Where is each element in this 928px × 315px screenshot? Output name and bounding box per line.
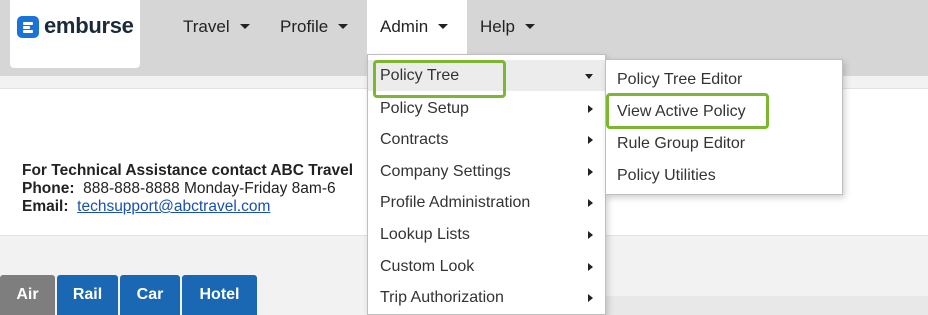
nav-help-label: Help xyxy=(480,17,515,36)
tab-rail[interactable]: Rail xyxy=(57,275,118,315)
caret-right-icon xyxy=(588,199,593,207)
policy-tree-submenu: Policy Tree Editor View Active Policy Ru… xyxy=(605,59,843,195)
tab-car-label: Car xyxy=(136,286,164,303)
email-label: Email: xyxy=(22,198,69,215)
caret-right-icon xyxy=(588,294,593,302)
tab-hotel-label: Hotel xyxy=(199,286,240,303)
menu-item-label: Custom Look xyxy=(380,258,475,275)
submenu-item-policy-tree-editor[interactable]: Policy Tree Editor xyxy=(606,64,842,96)
submenu-item-label: Rule Group Editor xyxy=(617,135,746,152)
menu-item-custom-look[interactable]: Custom Look xyxy=(368,251,605,282)
menu-item-label: Company Settings xyxy=(380,163,511,180)
submenu-item-label: View Active Policy xyxy=(617,103,746,120)
caret-right-icon xyxy=(588,231,593,239)
menu-item-contracts[interactable]: Contracts xyxy=(368,124,605,155)
caret-down-icon xyxy=(585,74,593,79)
tech-support-contact: For Technical Assistance contact ABC Tra… xyxy=(22,162,353,216)
caret-down-icon xyxy=(438,24,449,30)
caret-right-icon xyxy=(588,105,593,113)
menu-item-label: Policy Tree xyxy=(380,67,460,84)
menu-item-policy-setup[interactable]: Policy Setup xyxy=(368,93,605,124)
menu-item-label: Profile Administration xyxy=(380,194,531,211)
nav-travel[interactable]: Travel xyxy=(183,0,250,54)
phone-value: 888-888-8888 Monday-Friday 8am-6 xyxy=(83,180,336,197)
submenu-item-view-active-policy[interactable]: View Active Policy xyxy=(606,96,842,128)
submenu-item-label: Policy Tree Editor xyxy=(617,71,743,88)
nav-admin[interactable]: Admin xyxy=(380,0,449,54)
caret-right-icon xyxy=(588,263,593,271)
submenu-item-label: Policy Utilities xyxy=(617,167,716,184)
menu-item-company-settings[interactable]: Company Settings xyxy=(368,156,605,187)
emburse-logo-icon xyxy=(17,16,39,38)
menu-item-lookup-lists[interactable]: Lookup Lists xyxy=(368,219,605,250)
nav-admin-label: Admin xyxy=(380,17,429,36)
contact-phone-line: Phone: 888-888-8888 Monday-Friday 8am-6 xyxy=(22,180,353,198)
caret-down-icon xyxy=(338,24,349,30)
nav-profile[interactable]: Profile xyxy=(280,0,349,54)
submenu-item-policy-utilities[interactable]: Policy Utilities xyxy=(606,160,842,192)
menu-item-profile-administration[interactable]: Profile Administration xyxy=(368,187,605,218)
menu-item-label: Policy Setup xyxy=(380,100,469,117)
logo-text: emburse xyxy=(44,13,134,38)
menu-item-policy-tree[interactable]: Policy Tree xyxy=(368,60,605,91)
contact-email-line: Email: techsupport@abctravel.com xyxy=(22,198,353,216)
admin-dropdown-menu: Policy Tree Policy Setup Contracts Compa… xyxy=(367,54,606,315)
phone-label: Phone: xyxy=(22,180,75,197)
email-link[interactable]: techsupport@abctravel.com xyxy=(77,198,270,215)
caret-right-icon xyxy=(588,136,593,144)
tab-rail-label: Rail xyxy=(72,286,103,303)
submenu-item-rule-group-editor[interactable]: Rule Group Editor xyxy=(606,128,842,160)
menu-item-label: Contracts xyxy=(380,131,449,148)
menu-item-label: Lookup Lists xyxy=(380,226,470,243)
tab-hotel[interactable]: Hotel xyxy=(182,275,257,315)
caret-down-icon xyxy=(524,24,535,30)
tab-air-label: Air xyxy=(16,286,39,303)
caret-right-icon xyxy=(588,168,593,176)
tab-air[interactable]: Air xyxy=(0,275,55,315)
nav-profile-label: Profile xyxy=(280,17,329,36)
caret-down-icon xyxy=(239,24,250,30)
menu-item-trip-authorization[interactable]: Trip Authorization xyxy=(368,282,605,313)
tab-car[interactable]: Car xyxy=(120,275,180,315)
nav-help[interactable]: Help xyxy=(480,0,535,54)
nav-travel-label: Travel xyxy=(183,17,230,36)
menu-item-label: Trip Authorization xyxy=(380,289,504,306)
logo[interactable]: emburse xyxy=(10,0,140,68)
contact-heading: For Technical Assistance contact ABC Tra… xyxy=(22,162,354,179)
lower-panel-strip xyxy=(606,296,928,315)
